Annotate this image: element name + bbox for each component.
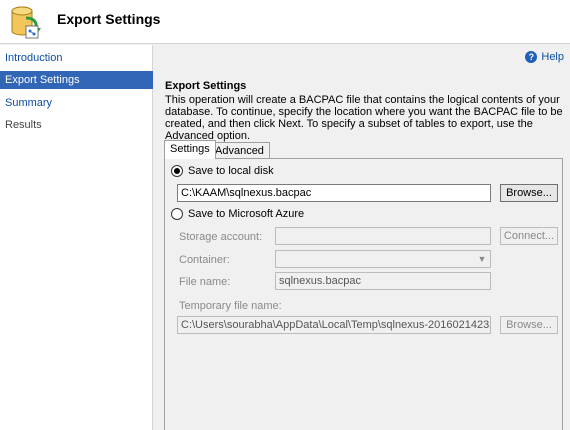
help-icon: ? — [525, 51, 538, 63]
temp-file-name-label: Temporary file name: — [179, 300, 282, 312]
temp-browse-button: Browse... — [500, 316, 558, 334]
file-name-label: File name: — [179, 276, 231, 288]
sidebar-item-summary[interactable]: Summary — [0, 94, 153, 112]
connect-button: Connect... — [500, 227, 558, 245]
main-panel: ? Help Export Settings This operation wi… — [154, 45, 570, 430]
page-title: Export Settings — [57, 11, 161, 27]
local-path-field[interactable]: C:\KAAM\sqlnexus.bacpac — [177, 184, 491, 202]
save-local-label: Save to local disk — [188, 165, 274, 177]
help-link[interactable]: ? Help — [525, 51, 564, 63]
container-select: ▼ — [275, 250, 491, 268]
sidebar-item-results: Results — [5, 119, 42, 131]
save-azure-option[interactable]: Save to Microsoft Azure — [171, 208, 304, 220]
tab-settings[interactable]: Settings — [164, 140, 216, 159]
save-azure-label: Save to Microsoft Azure — [188, 208, 305, 220]
temp-file-name-field: C:\Users\sourabha\AppData\Local\Temp\sql… — [177, 316, 491, 334]
tab-advanced[interactable]: Advanced — [209, 142, 270, 159]
container-label: Container: — [179, 254, 230, 266]
sidebar-item-export-settings[interactable]: Export Settings — [0, 71, 153, 89]
sidebar-item-introduction[interactable]: Introduction — [0, 49, 153, 67]
local-browse-button[interactable]: Browse... — [500, 184, 558, 202]
section-description: This operation will create a BACPAC file… — [165, 94, 563, 142]
storage-account-label: Storage account: — [179, 231, 263, 243]
database-export-icon — [11, 6, 41, 39]
wizard-header: Export Settings — [0, 0, 570, 44]
wizard-sidebar: Introduction Export Settings Summary Res… — [0, 45, 153, 430]
save-local-radio[interactable] — [171, 165, 183, 177]
section-title: Export Settings — [165, 80, 247, 92]
file-name-field: sqlnexus.bacpac — [275, 272, 491, 290]
save-azure-radio[interactable] — [171, 208, 183, 220]
storage-account-field — [275, 227, 491, 245]
chevron-down-icon: ▼ — [477, 254, 487, 264]
help-label: Help — [541, 51, 564, 63]
save-local-option[interactable]: Save to local disk — [171, 165, 274, 177]
